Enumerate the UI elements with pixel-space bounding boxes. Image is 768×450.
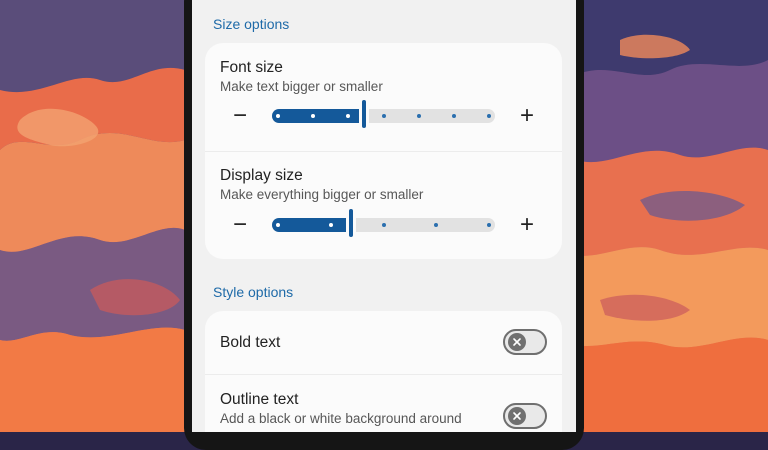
display-size-title: Display size [220, 167, 303, 184]
slider-tick [487, 114, 491, 118]
bold-text-row[interactable]: Bold text [205, 311, 562, 374]
slider-tick [451, 114, 456, 118]
font-size-title: Font size [220, 59, 283, 76]
slider-tick [276, 223, 280, 227]
close-x-icon [508, 407, 526, 425]
slider-tick [487, 223, 491, 227]
slider-tick [381, 114, 386, 118]
close-x-icon [508, 333, 526, 351]
display-size-increase-button[interactable]: + [515, 213, 539, 237]
font-size-decrease-button[interactable]: − [228, 104, 252, 128]
font-size-row: Font size Make text bigger or smaller − … [205, 43, 562, 151]
size-options-header: Size options [213, 16, 290, 32]
style-options-header: Style options [213, 284, 294, 300]
font-size-increase-button[interactable]: + [515, 104, 539, 128]
font-size-slider[interactable] [272, 100, 495, 128]
display-size-row: Display size Make everything bigger or s… [205, 152, 562, 259]
slider-tick [276, 114, 280, 118]
bold-text-toggle[interactable] [503, 329, 547, 355]
display-size-slider[interactable] [272, 209, 495, 237]
outline-text-title: Outline text [220, 391, 299, 408]
bold-text-title: Bold text [220, 334, 281, 351]
slider-tick [381, 223, 386, 227]
outline-text-row[interactable]: Outline text Add a black or white backgr… [205, 375, 562, 432]
slider-thumb[interactable] [348, 209, 353, 237]
outline-text-subtitle: Add a black or white background around [220, 411, 462, 426]
slider-active-track [272, 218, 346, 232]
slider-inactive-track [369, 109, 495, 123]
settings-screen: Size options Font size Make text bigger … [192, 0, 576, 432]
size-options-card: Font size Make text bigger or smaller − … [205, 43, 562, 259]
display-size-decrease-button[interactable]: − [228, 213, 252, 237]
outline-text-toggle[interactable] [503, 403, 547, 429]
slider-inactive-track [355, 218, 495, 232]
slider-thumb[interactable] [362, 100, 367, 128]
font-size-subtitle: Make text bigger or smaller [220, 79, 383, 94]
display-size-subtitle: Make everything bigger or smaller [220, 187, 424, 202]
slider-tick [328, 223, 333, 227]
style-options-card: Bold text Outline text Add a black or wh… [205, 311, 562, 432]
slider-tick [416, 114, 421, 118]
